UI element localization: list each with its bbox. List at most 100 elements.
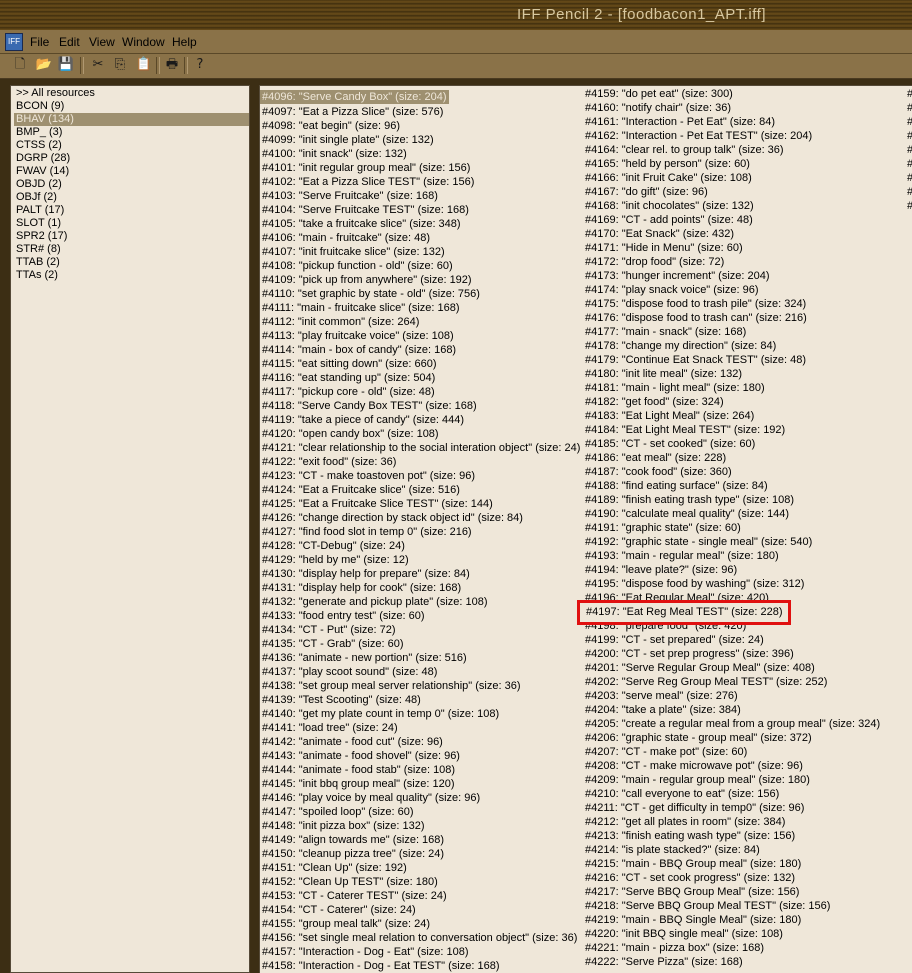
- bhav-list-item[interactable]: #4113: "play fruitcake voice" (size: 108…: [260, 329, 580, 343]
- bhav-list-item[interactable]: #4138: "set group meal server relationsh…: [260, 679, 580, 693]
- bhav-list-item[interactable]: #4160: "notify chair" (size: 36): [583, 101, 880, 115]
- bhav-list-item[interactable]: #4209: "main - regular group meal" (size…: [583, 773, 880, 787]
- bhav-list-item[interactable]: #4131: "display help for cook" (size: 16…: [260, 581, 580, 595]
- bhav-list-item[interactable]: #4137: "play scoot sound" (size: 48): [260, 665, 580, 679]
- resource-type-item[interactable]: BMP_ (3): [14, 126, 249, 139]
- bhav-list-item[interactable]: #4186: "eat meal" (size: 228): [583, 451, 880, 465]
- bhav-list-item[interactable]: #4102: "Eat a Pizza Slice TEST" (size: 1…: [260, 175, 580, 189]
- bhav-list-item[interactable]: #4169: "CT - add points" (size: 48): [583, 213, 880, 227]
- resource-type-item[interactable]: SPR2 (17): [14, 230, 249, 243]
- bhav-list-item[interactable]: #4217: "Serve BBQ Group Meal" (size: 156…: [583, 885, 880, 899]
- bhav-list-item[interactable]: #4194: "leave plate?" (size: 96): [583, 563, 880, 577]
- menu-help[interactable]: Help: [172, 35, 197, 49]
- bhav-list-item[interactable]: #4150: "cleanup pizza tree" (size: 24): [260, 847, 580, 861]
- bhav-list-item[interactable]: #4148: "init pizza box" (size: 132): [260, 819, 580, 833]
- bhav-list-item[interactable]: #4171: "Hide in Menu" (size: 60): [583, 241, 880, 255]
- resource-type-item[interactable]: DGRP (28): [14, 152, 249, 165]
- menu-view[interactable]: View: [89, 35, 115, 49]
- bhav-list-item[interactable]: #4127: "find food slot in temp 0" (size:…: [260, 525, 580, 539]
- copy-icon[interactable]: ⎘: [110, 55, 130, 75]
- bhav-list-item[interactable]: #4173: "hunger increment" (size: 204): [583, 269, 880, 283]
- resource-type-item[interactable]: SLOT (1): [14, 217, 249, 230]
- resource-type-item[interactable]: OBJD (2): [14, 178, 249, 191]
- bhav-list-item[interactable]: #4218: "Serve BBQ Group Meal TEST" (size…: [583, 899, 880, 913]
- bhav-list-item[interactable]: #4188: "find eating surface" (size: 84): [583, 479, 880, 493]
- bhav-list-item[interactable]: #4157: "Interaction - Dog - Eat" (size: …: [260, 945, 580, 959]
- bhav-list-item[interactable]: #4213: "finish eating wash type" (size: …: [583, 829, 880, 843]
- bhav-list-item[interactable]: #4174: "play snack voice" (size: 96): [583, 283, 880, 297]
- cut-icon[interactable]: ✂: [88, 55, 108, 75]
- resource-type-item[interactable]: FWAV (14): [14, 165, 249, 178]
- bhav-list-item[interactable]: #4140: "get my plate count in temp 0" (s…: [260, 707, 580, 721]
- bhav-list-item[interactable]: #4211: "CT - get difficulty in temp0" (s…: [583, 801, 880, 815]
- bhav-list-item[interactable]: #4198: "prepare food" (size: 420): [583, 619, 880, 633]
- bhav-list-item[interactable]: #4153: "CT - Caterer TEST" (size: 24): [260, 889, 580, 903]
- resource-type-item[interactable]: CTSS (2): [14, 139, 249, 152]
- bhav-list-item[interactable]: #4172: "drop food" (size: 72): [583, 255, 880, 269]
- bhav-list-item[interactable]: #4118: "Serve Candy Box TEST" (size: 168…: [260, 399, 580, 413]
- bhav-list-item[interactable]: #4164: "clear rel. to group talk" (size:…: [583, 143, 880, 157]
- bhav-list-item[interactable]: #4156: "set single meal relation to conv…: [260, 931, 580, 945]
- bhav-list-item[interactable]: #4116: "eat standing up" (size: 504): [260, 371, 580, 385]
- bhav-list-item[interactable]: #: [905, 129, 912, 143]
- bhav-list-item[interactable]: #4112: "init common" (size: 264): [260, 315, 580, 329]
- bhav-list-item[interactable]: #4103: "Serve Fruitcake" (size: 168): [260, 189, 580, 203]
- bhav-list-item[interactable]: #4222: "Serve Pizza" (size: 168): [583, 955, 880, 969]
- resource-type-item[interactable]: TTAB (2): [14, 256, 249, 269]
- open-icon[interactable]: 📂: [34, 55, 54, 75]
- bhav-list-item[interactable]: #4219: "main - BBQ Single Meal" (size: 1…: [583, 913, 880, 927]
- bhav-list-item[interactable]: #: [905, 87, 912, 101]
- resource-type-item[interactable]: OBJf (2): [14, 191, 249, 204]
- bhav-list-item[interactable]: #4099: "init single plate" (size: 132): [260, 133, 580, 147]
- bhav-list-item[interactable]: #4100: "init snack" (size: 132): [260, 147, 580, 161]
- bhav-list-item[interactable]: #4191: "graphic state" (size: 60): [583, 521, 880, 535]
- bhav-list-item[interactable]: #4158: "Interaction - Dog - Eat TEST" (s…: [260, 959, 580, 973]
- resource-type-item[interactable]: BHAV (134): [14, 113, 249, 126]
- bhav-list-item[interactable]: #4128: "CT-Debug" (size: 24): [260, 539, 580, 553]
- bhav-list-item[interactable]: #: [905, 199, 912, 213]
- bhav-list-item[interactable]: #4101: "init regular group meal" (size: …: [260, 161, 580, 175]
- bhav-list-item[interactable]: #4175: "dispose food to trash pile" (siz…: [583, 297, 880, 311]
- bhav-list-item[interactable]: #4205: "create a regular meal from a gro…: [583, 717, 880, 731]
- bhav-list-item[interactable]: #4147: "spoiled loop" (size: 60): [260, 805, 580, 819]
- print-icon[interactable]: 🖶: [162, 55, 182, 75]
- bhav-list-item[interactable]: #4207: "CT - make pot" (size: 60): [583, 745, 880, 759]
- bhav-list-item[interactable]: #4192: "graphic state - single meal" (si…: [583, 535, 880, 549]
- bhav-list-item[interactable]: #4177: "main - snack" (size: 168): [583, 325, 880, 339]
- bhav-list-item[interactable]: #4180: "init lite meal" (size: 132): [583, 367, 880, 381]
- bhav-list-item[interactable]: #: [905, 143, 912, 157]
- bhav-list-item[interactable]: #4206: "graphic state - group meal" (siz…: [583, 731, 880, 745]
- bhav-list-item[interactable]: #4183: "Eat Light Meal" (size: 264): [583, 409, 880, 423]
- bhav-list-item[interactable]: #4117: "pickup core - old" (size: 48): [260, 385, 580, 399]
- resource-type-item[interactable]: PALT (17): [14, 204, 249, 217]
- bhav-list-item[interactable]: #4142: "animate - food cut" (size: 96): [260, 735, 580, 749]
- bhav-list-item[interactable]: #4196: "Eat Regular Meal" (size: 420): [583, 591, 880, 605]
- bhav-list-item[interactable]: #4109: "pick up from anywhere" (size: 19…: [260, 273, 580, 287]
- bhav-list-item[interactable]: #4189: "finish eating trash type" (size:…: [583, 493, 880, 507]
- bhav-list-item[interactable]: #4165: "held by person" (size: 60): [583, 157, 880, 171]
- new-icon[interactable]: 🗋: [10, 55, 30, 75]
- bhav-list-item[interactable]: #4123: "CT - make toastoven pot" (size: …: [260, 469, 580, 483]
- bhav-list-item[interactable]: #: [905, 101, 912, 115]
- bhav-list-item[interactable]: #4098: "eat begin" (size: 96): [260, 119, 580, 133]
- bhav-list-item[interactable]: #4146: "play voice by meal quality" (siz…: [260, 791, 580, 805]
- bhav-list-item[interactable]: #4202: "Serve Reg Group Meal TEST" (size…: [583, 675, 880, 689]
- bhav-list-item[interactable]: #4182: "get food" (size: 324): [583, 395, 880, 409]
- save-icon[interactable]: 💾: [56, 55, 76, 75]
- resource-type-item[interactable]: >> All resources: [14, 87, 249, 100]
- bhav-list-item[interactable]: #4216: "CT - set cook progress" (size: 1…: [583, 871, 880, 885]
- bhav-list-item[interactable]: #4115: "eat sitting down" (size: 660): [260, 357, 580, 371]
- bhav-list-item[interactable]: #4121: "clear relationship to the social…: [260, 441, 580, 455]
- bhav-list-item[interactable]: #4105: "take a fruitcake slice" (size: 3…: [260, 217, 580, 231]
- bhav-list-item[interactable]: #4132: "generate and pickup plate" (size…: [260, 595, 580, 609]
- bhav-list-item[interactable]: #4108: "pickup function - old" (size: 60…: [260, 259, 580, 273]
- bhav-list-item[interactable]: #4195: "dispose food by washing" (size: …: [583, 577, 880, 591]
- bhav-list-item[interactable]: #4144: "animate - food stab" (size: 108): [260, 763, 580, 777]
- menu-edit[interactable]: Edit: [59, 35, 80, 49]
- help-icon[interactable]: ?: [190, 55, 210, 75]
- bhav-list-item[interactable]: #4119: "take a piece of candy" (size: 44…: [260, 413, 580, 427]
- bhav-list-item[interactable]: #4185: "CT - set cooked" (size: 60): [583, 437, 880, 451]
- bhav-list-item[interactable]: #4111: "main - fruitcake slice" (size: 1…: [260, 301, 580, 315]
- bhav-list-item[interactable]: #4176: "dispose food to trash can" (size…: [583, 311, 880, 325]
- bhav-list-item[interactable]: #4203: "serve meal" (size: 276): [583, 689, 880, 703]
